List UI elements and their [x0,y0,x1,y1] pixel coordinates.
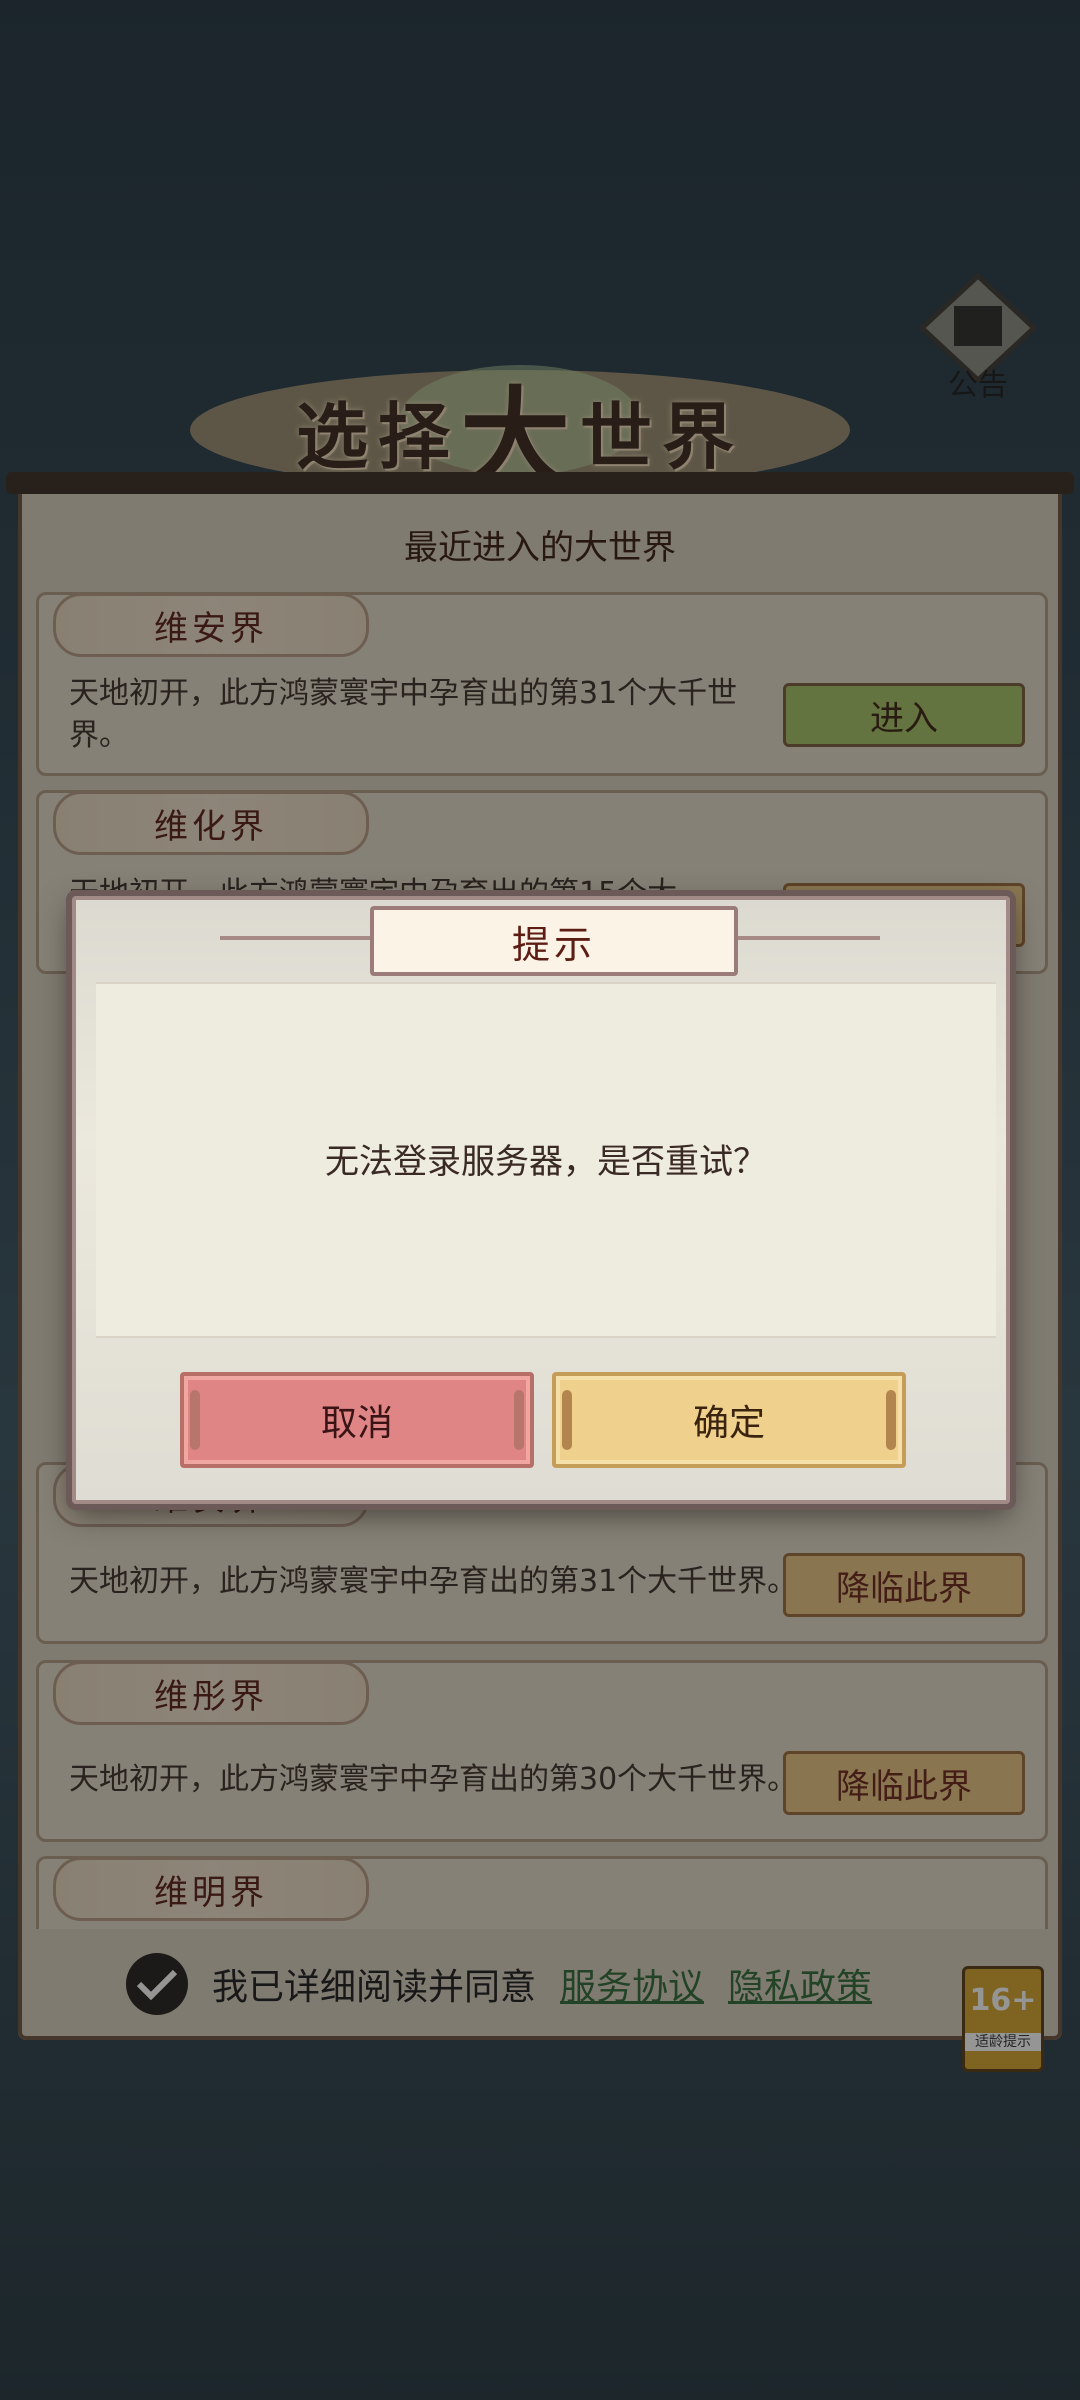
button-edge [886,1390,896,1450]
confirm-label: 确定 [692,1403,765,1444]
confirm-button[interactable]: 确定 [552,1372,906,1468]
dialog-title: 提示 [370,906,738,976]
dialog-header: 提示 [220,904,880,976]
button-edge [562,1390,572,1450]
button-edge [514,1390,524,1450]
cancel-button[interactable]: 取消 [180,1372,534,1468]
button-edge [190,1390,200,1450]
dialog-message: 无法登录服务器，是否重试？ [325,1142,767,1182]
dialog-body: 无法登录服务器，是否重试？ [96,982,996,1338]
cancel-label: 取消 [320,1403,393,1444]
